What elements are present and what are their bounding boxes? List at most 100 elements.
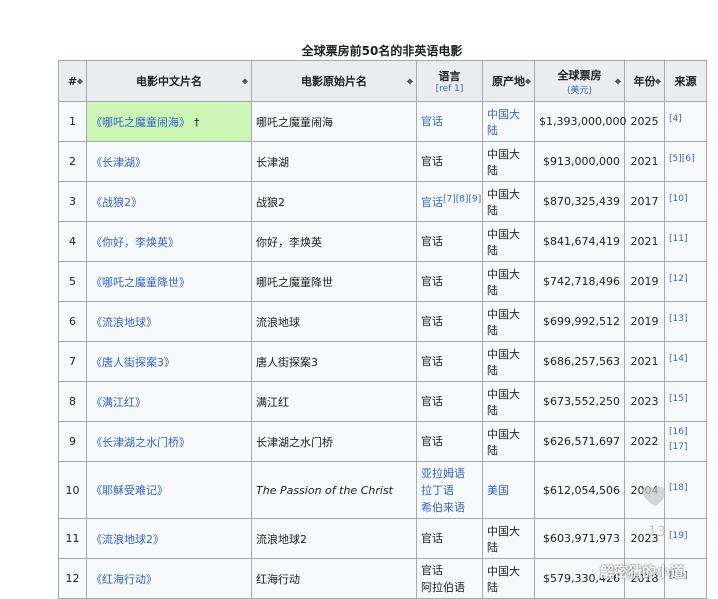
language-link[interactable]: 官话 [421, 273, 478, 290]
col-header-rank[interactable]: # ◆ [58, 60, 87, 102]
rank-cell: 8 [58, 381, 87, 422]
language-link[interactable]: 官话 [421, 562, 478, 579]
citation-link[interactable]: [15] [669, 394, 687, 404]
country-cell: 美国 [482, 461, 535, 519]
language-link[interactable]: 官话 [421, 113, 478, 130]
language-link[interactable]: 官话 [421, 233, 478, 250]
box-office-table: # ◆ 电影中文片名 ◆ 电影原始片名 ◆ 语言 [ref 1] 原产地 ◆ 全球票房 (美… [58, 60, 707, 599]
country-cell: 中国大陆 [482, 341, 535, 382]
citation-link[interactable]: [18] [669, 483, 687, 493]
year-cell: 2023 [624, 381, 665, 422]
rank-cell: 5 [58, 261, 87, 302]
col-header-gross[interactable]: 全球票房 (美元) ◆ [534, 60, 625, 102]
country-link[interactable]: 中国大陆 [487, 148, 520, 177]
source-cell: [4] [664, 101, 707, 142]
language-link[interactable]: 官话 [421, 353, 478, 370]
country-link[interactable]: 中国大陆 [487, 525, 520, 554]
orig-title-cell: 长津湖 [251, 141, 417, 182]
year-cell: 2021 [624, 141, 665, 182]
language-link[interactable]: 官话 [421, 313, 478, 330]
language-link[interactable]: 拉丁语 [421, 482, 478, 499]
gross-cell: $626,571,697 [534, 421, 625, 462]
gross-cell: $612,054,506 [534, 461, 625, 519]
col-header-country[interactable]: 原产地 ◆ [482, 60, 535, 102]
language-link[interactable]: 亚拉姆语 [421, 465, 478, 482]
country-link[interactable]: 中国大陆 [487, 348, 520, 377]
language-link[interactable]: 希伯来语 [421, 499, 478, 516]
language-cell: 官话 [416, 421, 483, 462]
citation-link[interactable]: [11] [669, 234, 687, 244]
language-link[interactable]: 阿拉伯语 [421, 579, 478, 596]
citation-link[interactable]: [10] [669, 194, 687, 204]
dagger-mark: † [194, 115, 200, 129]
sort-icon[interactable]: ◆ [77, 77, 83, 86]
source-cell: [11] [664, 221, 707, 262]
country-link[interactable]: 中国大陆 [487, 188, 520, 217]
film-title-link[interactable]: 《哪吒之魔童闹海》 [91, 116, 190, 129]
orig-title-cell: 长津湖之水门桥 [251, 421, 417, 462]
country-link[interactable]: 中国大陆 [487, 308, 520, 337]
film-title-link[interactable]: 《战狼2》 [91, 196, 142, 209]
country-link[interactable]: 中国大陆 [487, 428, 520, 457]
citation-link[interactable]: [7][8][9] [443, 194, 481, 204]
language-link[interactable]: 官话 [421, 433, 478, 450]
film-title-link[interactable]: 《满江红》 [91, 396, 146, 409]
orig-title-cell: 战狼2 [251, 181, 417, 222]
sort-icon[interactable]: ◆ [615, 77, 621, 86]
language-link[interactable]: 官话 [421, 196, 443, 209]
film-title-link[interactable]: 《长津湖之水门桥》 [91, 436, 190, 449]
film-title-link[interactable]: 《流浪地球》 [91, 316, 157, 329]
rank-cell: 6 [58, 301, 87, 342]
film-title-link[interactable]: 《你好，李焕英》 [91, 236, 179, 249]
orig-title-cell: 满江红 [251, 381, 417, 422]
table-row: 10 《耶稣受难记》 The Passion of the Christ 亚拉姆语 拉丁… [58, 461, 707, 519]
country-link[interactable]: 中国大陆 [487, 108, 520, 137]
sort-icon[interactable]: ◆ [242, 77, 248, 86]
usd-link[interactable]: (美元) [539, 83, 620, 96]
source-cell: [5][6] [664, 141, 707, 182]
col-header-year[interactable]: 年份 ◆ [624, 60, 665, 102]
language-cell: 官话[7][8][9] [416, 181, 483, 222]
sort-icon[interactable]: ◆ [407, 77, 413, 86]
citation-link[interactable]: [5][6] [669, 154, 695, 164]
citation-link[interactable]: [12] [669, 274, 687, 284]
sort-icon[interactable]: ◆ [655, 77, 661, 86]
film-title-link[interactable]: 《唐人街探案3》 [91, 356, 175, 369]
language-cell: 官话 [416, 141, 483, 182]
citation-link[interactable]: [16][17] [669, 427, 687, 452]
language-ref-link[interactable]: [ref 1] [421, 84, 478, 94]
film-title-link[interactable]: 《流浪地球2》 [91, 533, 164, 546]
col-header-orig-title[interactable]: 电影原始片名 ◆ [251, 60, 417, 102]
orig-title-cell: 你好，李焕英 [251, 221, 417, 262]
film-title-link[interactable]: 《红海行动》 [91, 573, 157, 586]
country-link[interactable]: 中国大陆 [487, 565, 520, 594]
year-cell: 2017 [624, 181, 665, 222]
cn-title-cell: 《哪吒之魔童闹海》 † [86, 101, 252, 142]
table-row: 4 《你好，李焕英》 你好，李焕英 官话 中国大陆 $841,674,419 2021 [11… [58, 221, 707, 262]
rank-cell: 4 [58, 221, 87, 262]
table-caption: 全球票房前50名的非英语电影 [301, 44, 463, 58]
language-link[interactable]: 官话 [421, 153, 478, 170]
citation-link[interactable]: [4] [669, 114, 682, 124]
country-link[interactable]: 中国大陆 [487, 228, 520, 257]
country-link[interactable]: 中国大陆 [487, 388, 520, 417]
language-cell: 官话 [416, 381, 483, 422]
sort-icon[interactable]: ◆ [525, 77, 531, 86]
rank-cell: 11 [58, 518, 87, 559]
gross-cell: $913,000,000 [534, 141, 625, 182]
film-title-link[interactable]: 《长津湖》 [91, 156, 146, 169]
citation-link[interactable]: [14] [669, 354, 687, 364]
language-cell: 官话 [416, 261, 483, 302]
film-title-link[interactable]: 《耶稣受难记》 [91, 484, 168, 497]
country-link[interactable]: 美国 [487, 484, 509, 497]
citation-link[interactable]: [19] [669, 531, 687, 541]
film-title-link[interactable]: 《哪吒之魔童降世》 [91, 276, 190, 289]
country-link[interactable]: 中国大陆 [487, 268, 520, 297]
col-header-source: 来源 [664, 60, 707, 102]
citation-link[interactable]: [13] [669, 314, 687, 324]
col-header-cn-title[interactable]: 电影中文片名 ◆ [86, 60, 252, 102]
country-cell: 中国大陆 [482, 101, 535, 142]
language-link[interactable]: 官话 [421, 530, 478, 547]
language-link[interactable]: 官话 [421, 393, 478, 410]
country-cell: 中国大陆 [482, 558, 535, 599]
